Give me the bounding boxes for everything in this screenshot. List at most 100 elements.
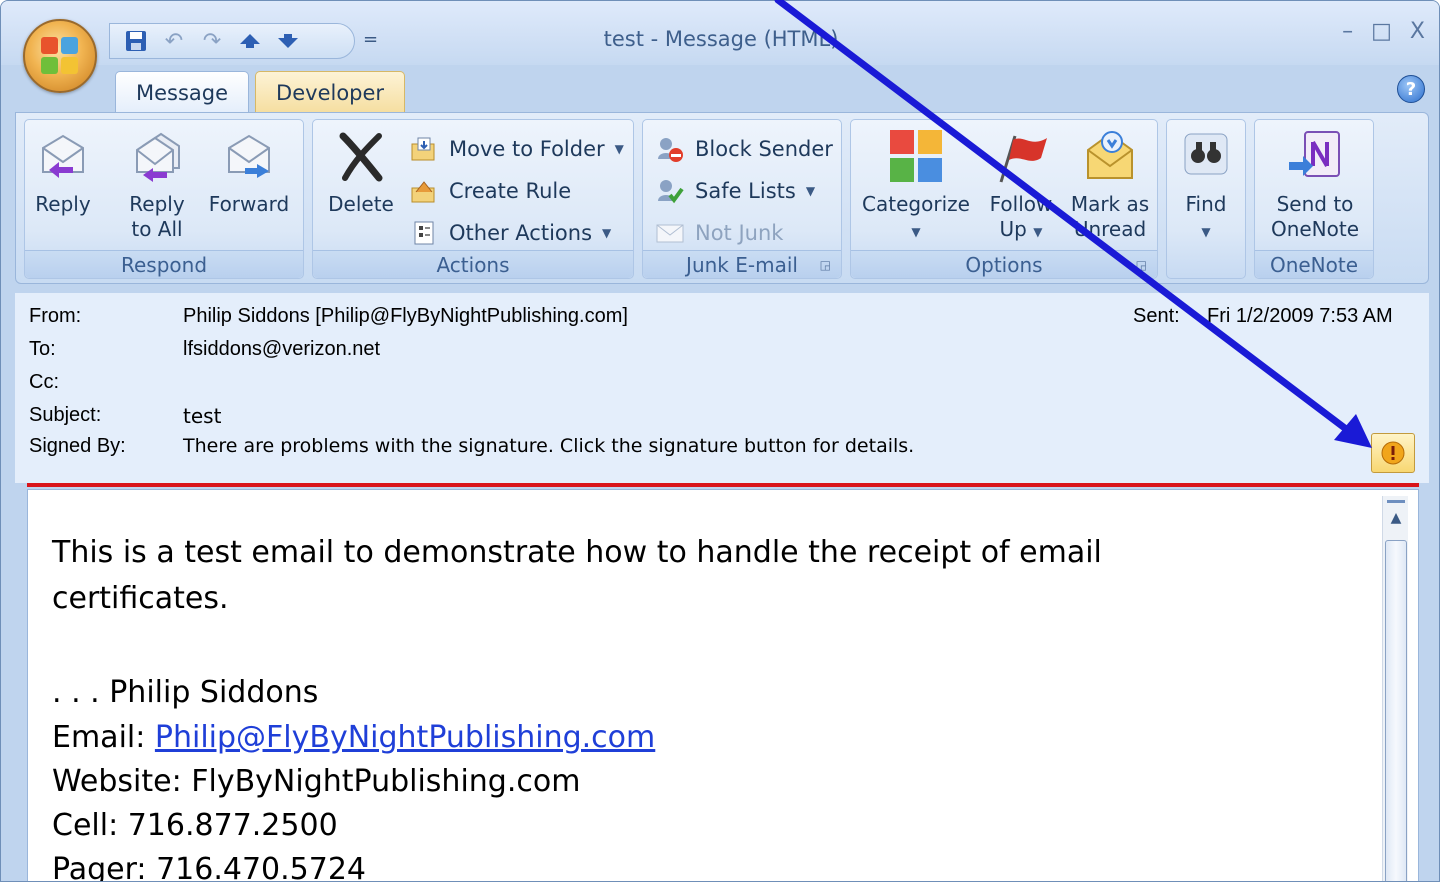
send-onenote-label-1: Send to bbox=[1276, 192, 1354, 216]
help-icon[interactable]: ? bbox=[1397, 75, 1425, 103]
reply-all-button[interactable]: Reply to All bbox=[121, 128, 193, 242]
junk-email-label-text: Junk E-mail bbox=[686, 253, 798, 277]
find-button[interactable]: Find ▼ bbox=[1171, 128, 1241, 245]
mark-unread-label-2: Unread bbox=[1073, 217, 1147, 241]
categorize-icon bbox=[890, 130, 942, 182]
body-intro: This is a test email to demonstrate how … bbox=[52, 535, 1102, 616]
forward-button[interactable]: Forward bbox=[201, 128, 297, 217]
from-value[interactable]: Philip Siddons [Philip@FlyByNightPublish… bbox=[183, 305, 628, 328]
follow-up-flag-icon bbox=[999, 135, 1047, 183]
message-body-text: This is a test email to demonstrate how … bbox=[52, 530, 1352, 882]
other-actions-button[interactable]: Other Actions ▼ bbox=[409, 218, 611, 248]
office-button[interactable] bbox=[23, 19, 97, 93]
delete-button[interactable]: Delete bbox=[321, 128, 401, 217]
mark-as-unread-button[interactable]: Mark as Unread bbox=[1065, 128, 1155, 242]
forward-label: Forward bbox=[208, 192, 290, 216]
reply-label: Reply bbox=[35, 192, 91, 216]
outlook-message-window: ↶ ↷ = test - Message (HTML) – □ X Messag… bbox=[0, 0, 1440, 882]
maximize-button[interactable]: □ bbox=[1371, 19, 1392, 44]
options-group: Categorize ▼ Follow Up ▼ Mark as Unread … bbox=[850, 119, 1158, 279]
onenote-group: Send to OneNote OneNote bbox=[1254, 119, 1374, 279]
categorize-button[interactable]: Categorize ▼ bbox=[857, 128, 975, 245]
actions-group: Delete Move to Folder ▼ Create Rule Othe… bbox=[312, 119, 634, 279]
create-rule-icon bbox=[409, 176, 439, 206]
respond-group-label: Respond bbox=[25, 250, 303, 278]
move-to-folder-icon bbox=[409, 134, 439, 164]
binoculars-icon bbox=[1184, 133, 1228, 175]
cc-label: Cc: bbox=[29, 371, 59, 393]
move-to-folder-label: Move to Folder bbox=[449, 137, 605, 161]
email-link[interactable]: Philip@FlyByNightPublishing.com bbox=[155, 720, 655, 755]
reply-all-label-2: to All bbox=[131, 217, 183, 241]
block-sender-label: Block Sender bbox=[695, 137, 833, 161]
safe-lists-icon bbox=[655, 176, 685, 206]
not-junk-button[interactable]: Not Junk bbox=[655, 218, 783, 248]
reply-all-icon bbox=[136, 132, 180, 182]
block-sender-button[interactable]: Block Sender bbox=[655, 134, 833, 164]
signed-by-value: There are problems with the signature. C… bbox=[183, 435, 915, 457]
signed-by-label: Signed By: bbox=[29, 435, 126, 457]
signature-warning-icon bbox=[1381, 441, 1405, 465]
signature-button[interactable] bbox=[1371, 433, 1415, 473]
header-separator-line bbox=[27, 483, 1419, 487]
tab-developer[interactable]: Developer bbox=[255, 71, 406, 113]
minimize-button[interactable]: – bbox=[1342, 19, 1353, 44]
onenote-group-label: OneNote bbox=[1255, 250, 1373, 278]
chevron-down-icon: ▼ bbox=[1201, 225, 1211, 239]
sent-value: Fri 1/2/2009 7:53 AM bbox=[1207, 305, 1393, 327]
create-rule-button[interactable]: Create Rule bbox=[409, 176, 571, 206]
signature-email-line: Email: Philip@FlyByNightPublishing.com bbox=[52, 716, 1352, 760]
tab-message[interactable]: Message bbox=[115, 71, 250, 113]
junk-email-group-label: Junk E-mail bbox=[643, 250, 841, 278]
not-junk-icon bbox=[655, 218, 685, 248]
follow-up-button[interactable]: Follow Up ▼ bbox=[979, 128, 1063, 245]
respond-group: Reply Reply to All Forward Respond bbox=[24, 119, 304, 279]
ribbon: Reply Reply to All Forward Respond Delet… bbox=[15, 112, 1429, 284]
chevron-down-icon: ▼ bbox=[602, 226, 612, 240]
email-label: Email: bbox=[52, 720, 155, 755]
send-onenote-label-2: OneNote bbox=[1270, 217, 1360, 241]
dialog-launcher-icon[interactable]: ◲ bbox=[820, 258, 831, 272]
mark-unread-label-1: Mark as bbox=[1070, 192, 1150, 216]
reply-button[interactable]: Reply bbox=[33, 128, 93, 217]
follow-up-label-2: Up bbox=[999, 217, 1027, 241]
office-logo-icon bbox=[41, 37, 79, 75]
send-to-onenote-button[interactable]: Send to OneNote bbox=[1259, 128, 1371, 242]
vertical-scrollbar[interactable]: ▲ bbox=[1382, 496, 1409, 881]
signature-pager: Pager: 716.470.5724 bbox=[52, 852, 367, 882]
close-button[interactable]: X bbox=[1410, 19, 1425, 44]
onenote-icon bbox=[1289, 131, 1340, 177]
scroll-thumb[interactable] bbox=[1385, 540, 1407, 881]
follow-up-label-1: Follow bbox=[989, 192, 1053, 216]
to-value[interactable]: lfsiddons@verizon.net bbox=[183, 338, 380, 361]
from-label: From: bbox=[29, 305, 82, 327]
reply-all-label-1: Reply bbox=[129, 192, 185, 216]
message-body[interactable]: This is a test email to demonstrate how … bbox=[27, 489, 1419, 882]
ribbon-tabs: Message Developer bbox=[115, 71, 406, 113]
find-label: Find bbox=[1185, 192, 1227, 216]
signature-name: . . . Philip Siddons bbox=[52, 675, 319, 710]
dialog-launcher-icon[interactable]: ◲ bbox=[1136, 258, 1147, 272]
signature-cell: Cell: 716.877.2500 bbox=[52, 808, 338, 843]
chevron-down-icon: ▼ bbox=[805, 184, 816, 198]
safe-lists-button[interactable]: Safe Lists ▼ bbox=[655, 176, 815, 206]
create-rule-label: Create Rule bbox=[449, 179, 572, 203]
subject-value: test bbox=[183, 404, 222, 428]
scroll-up-icon[interactable]: ▲ bbox=[1383, 510, 1409, 532]
scroll-split-handle[interactable] bbox=[1387, 500, 1405, 503]
find-group: Find ▼ bbox=[1166, 119, 1246, 279]
chevron-down-icon: ▼ bbox=[1033, 225, 1043, 239]
chevron-down-icon: ▼ bbox=[911, 225, 921, 239]
not-junk-label: Not Junk bbox=[695, 221, 784, 245]
sent-label: Sent: bbox=[1133, 305, 1180, 327]
reply-icon bbox=[42, 134, 84, 178]
forward-icon bbox=[228, 134, 270, 178]
block-sender-icon bbox=[655, 134, 685, 164]
window-title: test - Message (HTML) bbox=[603, 27, 839, 51]
junk-email-group: Block Sender Safe Lists ▼ Not Junk Junk … bbox=[642, 119, 842, 279]
other-actions-icon bbox=[409, 218, 439, 248]
window-controls: – □ X bbox=[1342, 19, 1425, 44]
other-actions-label: Other Actions bbox=[449, 221, 593, 245]
chevron-down-icon: ▼ bbox=[614, 142, 624, 156]
move-to-folder-button[interactable]: Move to Folder ▼ bbox=[409, 134, 624, 164]
